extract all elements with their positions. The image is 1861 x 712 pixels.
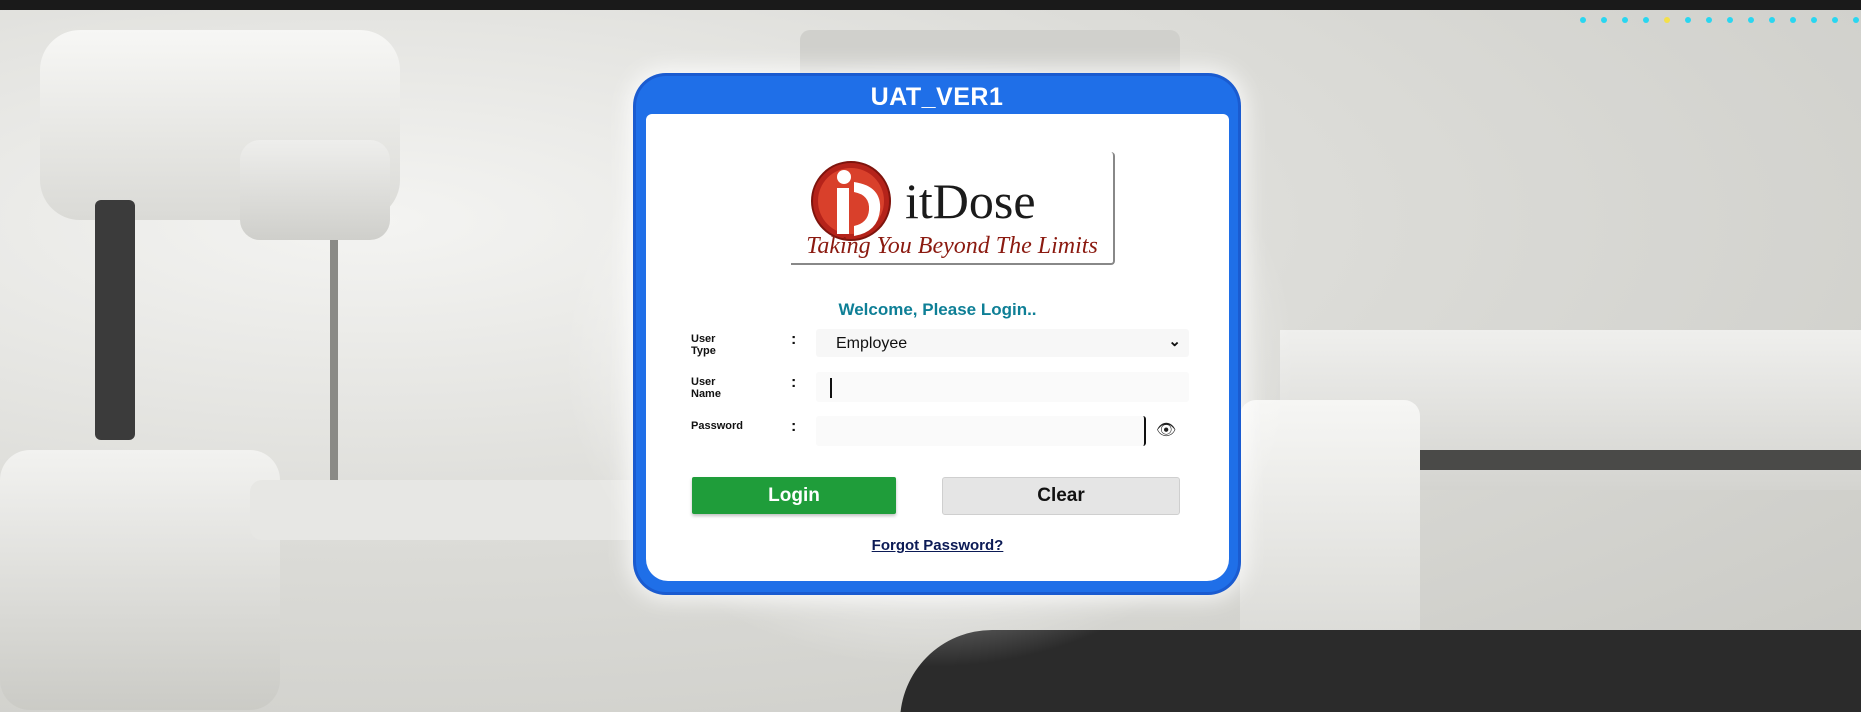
welcome-message: Welcome, Please Login.. [838, 300, 1037, 319]
dot [1832, 17, 1838, 23]
forgot-password-link[interactable]: Forgot Password? [646, 537, 1229, 554]
login-panel: itDose Taking You Beyond The Limits Welc… [646, 114, 1229, 581]
brand-logo: itDose Taking You Beyond The Limits [791, 152, 1115, 265]
dot [1601, 17, 1607, 23]
clear-button[interactable]: Clear [942, 477, 1180, 515]
dialog-title: UAT_VER1 [870, 83, 1004, 111]
dot [1748, 17, 1754, 23]
password-input[interactable] [816, 416, 1146, 446]
text-cursor [830, 378, 832, 398]
login-dialog: UAT_VER1 itDose Taking You Beyond The Li… [636, 76, 1238, 592]
password-label: Password [691, 420, 743, 432]
dot [1664, 17, 1670, 23]
brand-tagline: Taking You Beyond The Limits [806, 233, 1098, 259]
brand-name: itDose [905, 173, 1036, 229]
itdose-logo-icon [811, 161, 891, 241]
decorative-dots [1580, 17, 1859, 23]
bg-shape [240, 140, 390, 240]
dot [1685, 17, 1691, 23]
label-separator: : [791, 374, 797, 391]
dot [1622, 17, 1628, 23]
dot [1811, 17, 1817, 23]
dot [1580, 17, 1586, 23]
user-type-select[interactable]: Employee ⌄ [816, 329, 1189, 357]
user-type-label: User Type [691, 333, 716, 357]
dot [1706, 17, 1712, 23]
dot [1853, 17, 1859, 23]
user-name-input[interactable] [816, 372, 1189, 402]
label-separator: : [791, 331, 797, 348]
dot [1769, 17, 1775, 23]
bg-shape [95, 200, 135, 440]
bg-shape [1370, 450, 1861, 470]
user-name-label: User Name [691, 376, 721, 400]
eye-icon[interactable]: 👁 [1156, 420, 1176, 440]
chevron-down-icon: ⌄ [1168, 333, 1181, 350]
bg-shape [0, 450, 280, 710]
dot [1790, 17, 1796, 23]
login-button[interactable]: Login [692, 477, 896, 514]
dot [1727, 17, 1733, 23]
dot [1643, 17, 1649, 23]
user-type-value: Employee [836, 335, 908, 352]
bg-shape [330, 240, 338, 500]
label-separator: : [791, 418, 797, 435]
